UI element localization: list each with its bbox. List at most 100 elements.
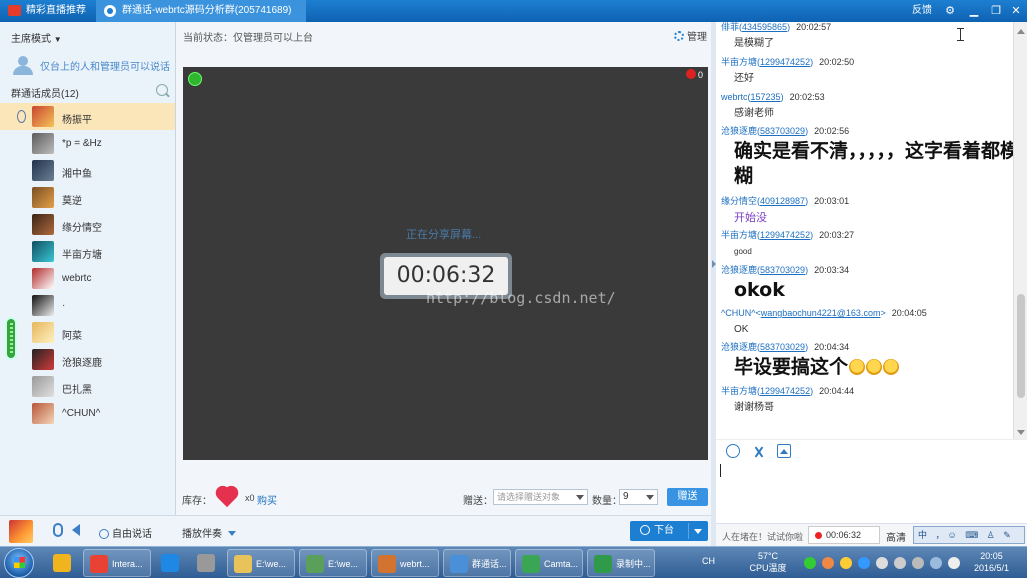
recording-timer[interactable]: 00:06:32 <box>808 526 880 544</box>
chevron-down-icon[interactable] <box>694 529 702 534</box>
quantity-select[interactable]: 9 <box>619 489 658 505</box>
record-icon[interactable] <box>686 69 696 79</box>
taskbar-app-button[interactable]: E:\we... <box>227 549 295 577</box>
microphone-icon[interactable] <box>53 523 63 537</box>
sender-id-link[interactable]: 1299474252 <box>760 230 810 240</box>
sender-id-link[interactable]: 583703029 <box>760 126 805 136</box>
sender-id-link[interactable]: 434595865 <box>742 22 787 32</box>
quality-button[interactable]: 高清 <box>886 529 906 544</box>
taskbar-app-button[interactable]: webrt... <box>371 549 439 577</box>
member-item[interactable]: 巴扎黑 <box>0 373 175 400</box>
system-clock[interactable]: 20:05 2016/5/1 <box>974 550 1009 574</box>
close-icon[interactable]: ✕ <box>1008 3 1024 19</box>
image-icon[interactable] <box>777 444 791 458</box>
manage-button[interactable]: 管理 <box>674 28 707 43</box>
sender-id-link[interactable]: 1299474252 <box>760 386 810 396</box>
taskbar-app-button[interactable]: Camta... <box>515 549 583 577</box>
taskbar-app-button[interactable]: 录制中... <box>587 549 655 577</box>
sender-name[interactable]: 沧狼逐鹿 <box>721 126 757 136</box>
chat-scrollbar[interactable] <box>1013 22 1027 442</box>
taskbar-app-button[interactable] <box>191 549 223 577</box>
member-item[interactable]: 缘分情空 <box>0 211 175 238</box>
skin-icon[interactable]: ⚙ <box>942 3 958 19</box>
music-button[interactable]: 播放伴奏 <box>182 525 236 540</box>
scroll-thumb[interactable] <box>1017 294 1025 398</box>
tray-app-icon[interactable] <box>822 557 834 569</box>
volume-handle[interactable] <box>5 317 17 360</box>
free-talk-button[interactable]: 自由说话 <box>99 525 152 540</box>
sender-id-link[interactable]: wangbaochun4221@163.com <box>761 308 881 318</box>
member-item[interactable]: · <box>0 292 175 319</box>
sender-name[interactable]: ^CHUN^ <box>721 308 755 318</box>
minimize-icon[interactable]: ▁ <box>966 3 982 19</box>
sender-name[interactable]: 半亩方塘 <box>721 57 757 67</box>
taskbar-app-button[interactable] <box>47 549 79 577</box>
ime-toolbar[interactable]: 中 ，☺ ⌨ ♙ ✎ <box>913 526 1025 544</box>
leave-stage-button[interactable]: 下台 <box>630 521 708 541</box>
sender-name[interactable]: 半亩方塘 <box>721 386 757 396</box>
member-item[interactable]: webrtc <box>0 265 175 292</box>
avatar[interactable] <box>32 349 54 370</box>
member-item[interactable]: *p = &Hz <box>0 130 175 157</box>
emoji-icon[interactable] <box>726 444 740 458</box>
taskbar-app-button[interactable]: E:\we... <box>299 549 367 577</box>
scissors-icon[interactable] <box>752 444 766 458</box>
avatar[interactable] <box>32 241 54 262</box>
taskbar-app-button[interactable] <box>155 549 187 577</box>
avatar[interactable] <box>32 295 54 316</box>
member-item[interactable]: 半亩方塘 <box>0 238 175 265</box>
avatar[interactable] <box>32 106 54 127</box>
maximize-icon[interactable]: ❐ <box>988 3 1004 19</box>
avatar[interactable] <box>32 187 54 208</box>
chat-input[interactable] <box>716 461 1027 523</box>
tab-group-call[interactable]: 群通话-webrtc源码分析群(205741689) <box>96 0 306 22</box>
sender-name[interactable]: 缘分情空 <box>721 196 757 206</box>
sender-name[interactable]: 沧狼逐鹿 <box>721 342 757 352</box>
tray-app-icon[interactable] <box>858 557 870 569</box>
member-item[interactable]: 阿菜 <box>0 319 175 346</box>
tab-live-recommend[interactable]: 精彩直播推荐 <box>0 0 96 22</box>
flag-icon[interactable] <box>912 557 924 569</box>
avatar[interactable] <box>32 268 54 289</box>
buy-link[interactable]: 购买 <box>257 492 277 507</box>
bluetooth-icon[interactable] <box>894 557 906 569</box>
taskbar-app-button[interactable]: 群通话... <box>443 549 511 577</box>
language-indicator[interactable]: CH <box>702 556 715 566</box>
scroll-up-icon[interactable] <box>1017 29 1025 34</box>
member-item[interactable]: 湘中鱼 <box>0 157 175 184</box>
sender-id-link[interactable]: 583703029 <box>760 265 805 275</box>
member-item[interactable]: ^CHUN^ <box>0 400 175 427</box>
monitor-icon[interactable] <box>930 557 942 569</box>
heart-icon[interactable] <box>214 485 240 509</box>
sender-name[interactable]: 沧狼逐鹿 <box>721 265 757 275</box>
search-member-icon[interactable] <box>156 84 168 96</box>
avatar[interactable] <box>32 403 54 424</box>
mode-dropdown[interactable]: 主席模式 ▼ <box>11 30 62 45</box>
network-icon[interactable] <box>876 557 888 569</box>
sender-id-link[interactable]: 409128987 <box>760 196 805 206</box>
avatar[interactable] <box>32 160 54 181</box>
sender-name[interactable]: 俳菲 <box>721 22 739 32</box>
tray-app-icon[interactable] <box>804 557 816 569</box>
avatar[interactable] <box>9 520 33 543</box>
member-item[interactable]: 沧狼逐鹿 <box>0 346 175 373</box>
give-target-select[interactable]: 请选择赠送对象 <box>493 489 588 505</box>
sender-id-link[interactable]: 583703029 <box>760 342 805 352</box>
speaker-icon[interactable] <box>72 524 80 536</box>
start-button[interactable] <box>4 548 34 578</box>
sender-id-link[interactable]: 157235 <box>751 92 781 102</box>
sender-id-link[interactable]: 1299474252 <box>760 57 810 67</box>
sender-name[interactable]: webrtc <box>721 92 748 102</box>
avatar[interactable] <box>32 133 54 154</box>
tray-app-icon[interactable] <box>840 557 852 569</box>
volume-icon[interactable] <box>948 557 960 569</box>
member-item[interactable]: 杨振平 <box>0 103 175 130</box>
avatar[interactable] <box>32 322 54 343</box>
sender-name[interactable]: 半亩方塘 <box>721 230 757 240</box>
avatar[interactable] <box>32 376 54 397</box>
taskbar-app-button[interactable]: Intera... <box>83 549 151 577</box>
give-button[interactable]: 赠送 <box>667 488 708 506</box>
avatar[interactable] <box>32 214 54 235</box>
scroll-down-icon[interactable] <box>1017 430 1025 435</box>
member-item[interactable]: 莫逆 <box>0 184 175 211</box>
